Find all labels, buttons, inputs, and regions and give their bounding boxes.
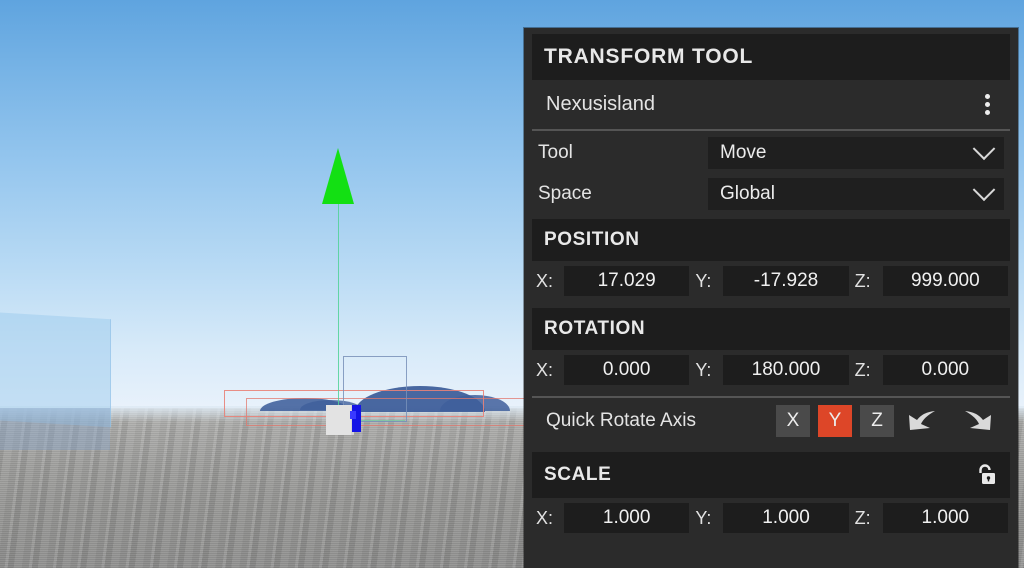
blue-axis-handle-highlight bbox=[350, 411, 356, 419]
quick-rotate-axis-x-button[interactable]: X bbox=[776, 405, 810, 437]
space-select[interactable]: Global bbox=[708, 178, 1004, 210]
chevron-down-icon bbox=[972, 178, 996, 202]
scale-y-input[interactable]: 1.000 bbox=[723, 503, 849, 533]
rotate-clockwise-icon[interactable] bbox=[954, 404, 998, 438]
tool-select-value: Move bbox=[720, 142, 767, 163]
tool-label: Tool bbox=[538, 142, 573, 163]
space-field-row: Space Global bbox=[524, 175, 1018, 213]
scale-heading-label: SCALE bbox=[544, 464, 612, 485]
object-name-row: Nexusisland bbox=[532, 82, 1010, 131]
position-section-heading: POSITION bbox=[532, 219, 1010, 261]
kebab-menu-icon[interactable] bbox=[979, 90, 996, 119]
green-up-arrow-gizmo[interactable] bbox=[322, 148, 354, 204]
kebab-dot bbox=[985, 102, 990, 107]
quick-rotate-label: Quick Rotate Axis bbox=[546, 410, 696, 431]
position-x-label: X: bbox=[536, 270, 554, 291]
scale-section-heading: SCALE bbox=[532, 452, 1010, 498]
rotation-y-label: Y: bbox=[695, 359, 712, 380]
white-cube[interactable] bbox=[326, 405, 354, 435]
scale-y-label: Y: bbox=[695, 507, 712, 528]
quick-rotate-axis-z-button[interactable]: Z bbox=[860, 405, 894, 437]
rotation-axes-row: X: 0.000 Y: 180.000 Z: 0.000 bbox=[524, 350, 1018, 391]
space-label: Space bbox=[538, 183, 592, 204]
space-select-value: Global bbox=[720, 183, 775, 204]
rotation-section-heading: ROTATION bbox=[532, 308, 1010, 350]
position-heading-label: POSITION bbox=[544, 229, 640, 250]
chevron-down-icon bbox=[972, 137, 996, 161]
object-name-label: Nexusisland bbox=[546, 93, 655, 115]
kebab-dot bbox=[985, 94, 990, 99]
scale-axes-row: X: 1.000 Y: 1.000 Z: 1.000 bbox=[524, 498, 1018, 539]
position-y-label: Y: bbox=[695, 270, 712, 291]
rotation-x-input[interactable]: 0.000 bbox=[564, 355, 690, 385]
unlocked-padlock-icon[interactable] bbox=[976, 462, 998, 488]
transform-tool-panel: TRANSFORM TOOL Nexusisland Tool Move Spa… bbox=[524, 28, 1018, 568]
position-axes-row: X: 17.029 Y: -17.928 Z: 999.000 bbox=[524, 261, 1018, 302]
rotation-x-label: X: bbox=[536, 359, 554, 380]
panel-title: TRANSFORM TOOL bbox=[532, 34, 1010, 80]
quick-rotate-row: Quick Rotate Axis X Y Z bbox=[532, 396, 1010, 446]
tool-field-row: Tool Move bbox=[524, 134, 1018, 172]
position-z-label: Z: bbox=[854, 270, 871, 291]
scale-x-input[interactable]: 1.000 bbox=[564, 503, 690, 533]
rotation-heading-label: ROTATION bbox=[544, 318, 646, 339]
scale-z-input[interactable]: 1.000 bbox=[882, 503, 1008, 533]
scale-x-label: X: bbox=[536, 507, 554, 528]
app-root: TRANSFORM TOOL Nexusisland Tool Move Spa… bbox=[0, 0, 1024, 568]
scale-z-label: Z: bbox=[854, 507, 871, 528]
position-y-input[interactable]: -17.928 bbox=[723, 266, 849, 296]
rotate-counterclockwise-icon[interactable] bbox=[902, 404, 946, 438]
position-z-input[interactable]: 999.000 bbox=[882, 266, 1008, 296]
tool-select[interactable]: Move bbox=[708, 137, 1004, 169]
kebab-dot bbox=[985, 110, 990, 115]
rotation-y-input[interactable]: 180.000 bbox=[723, 355, 849, 385]
rotation-z-label: Z: bbox=[854, 359, 871, 380]
gizmo-y-axis-line bbox=[338, 203, 339, 420]
rotation-z-input[interactable]: 0.000 bbox=[882, 355, 1008, 385]
position-x-input[interactable]: 17.029 bbox=[564, 266, 690, 296]
translucent-wall-base bbox=[0, 408, 110, 450]
quick-rotate-axis-y-button[interactable]: Y bbox=[818, 405, 852, 437]
